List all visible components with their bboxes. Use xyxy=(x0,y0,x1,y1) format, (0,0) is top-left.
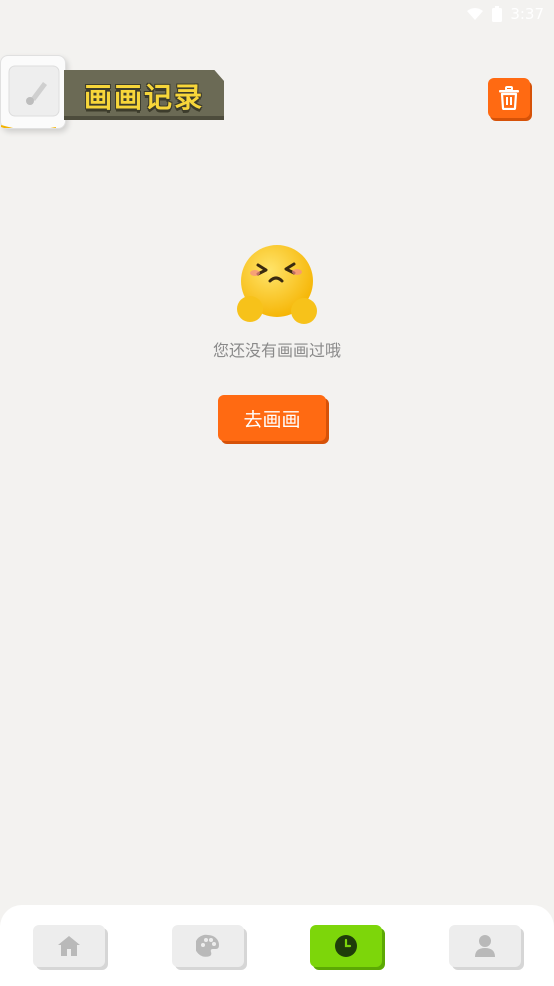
tab-home[interactable] xyxy=(33,925,105,967)
clock-icon xyxy=(335,935,357,957)
sad-face-icon xyxy=(237,245,317,324)
title-ribbon: 画画记录 xyxy=(64,70,224,120)
battery-icon xyxy=(492,6,503,22)
trash-icon xyxy=(499,86,519,110)
status-time: 3:37 xyxy=(510,5,544,23)
page-header: 画画记录 xyxy=(0,55,240,135)
page-title: 画画记录 xyxy=(83,81,204,114)
empty-message: 您还没有画画过哦 xyxy=(212,341,341,360)
status-icons: 3:37 xyxy=(466,5,544,23)
tab-history[interactable] xyxy=(310,925,382,967)
palette-icon xyxy=(196,934,219,957)
tab-palette[interactable] xyxy=(172,925,244,967)
drawing-pad-icon xyxy=(0,55,66,135)
wifi-icon xyxy=(467,8,484,20)
home-icon xyxy=(58,936,80,956)
bottom-nav xyxy=(0,905,554,986)
person-icon xyxy=(475,935,495,957)
delete-button[interactable] xyxy=(488,78,530,118)
tab-profile[interactable] xyxy=(449,925,521,967)
go-draw-button[interactable]: 去画画 xyxy=(218,395,326,441)
status-bar: 3:37 xyxy=(0,0,554,30)
